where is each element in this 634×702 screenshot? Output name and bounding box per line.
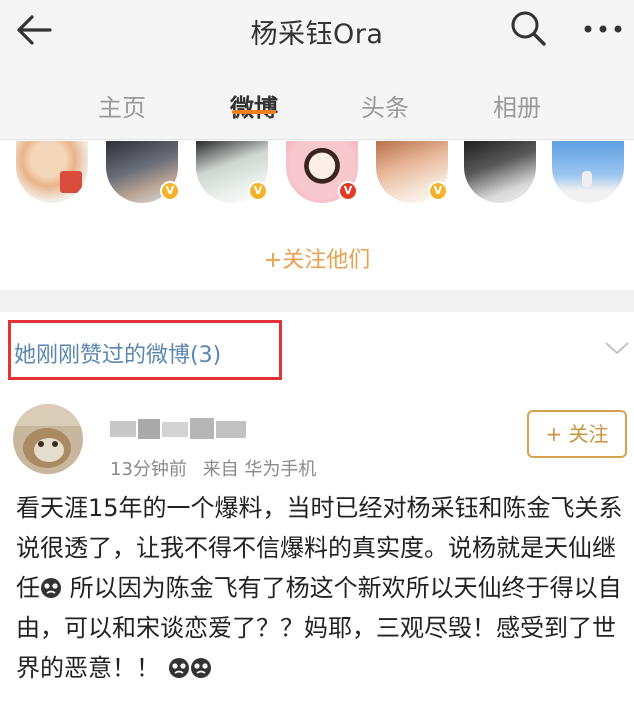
- post-author-avatar[interactable]: [13, 404, 83, 474]
- follow-author-button[interactable]: + 关注: [527, 410, 627, 458]
- post-body: 看天涯15年的一个爆料，当时已经对杨采钰和陈金飞关系说很透了，让我不得不信爆料的…: [16, 488, 626, 688]
- sad-face-emoji-icon: [168, 658, 189, 678]
- sad-face-emoji-icon: [41, 578, 61, 598]
- verified-badge-icon: V: [248, 181, 268, 201]
- post-author-name-blurred[interactable]: [110, 415, 250, 443]
- liked-posts-header: 她刚刚赞过的微博(3): [0, 312, 634, 392]
- active-tab-indicator: [232, 110, 276, 114]
- more-dots-icon[interactable]: [580, 14, 626, 44]
- highlight-box: [8, 320, 282, 380]
- post-text-part2: 所以因为陈金飞有了杨这个新欢所以天仙终于得以自由，可以和宋谈恋爱了？？妈耶，三观…: [16, 574, 622, 682]
- followed-users-strip: [0, 141, 634, 221]
- post-source: 来自 华为手机: [202, 459, 317, 480]
- verified-badge-icon: V: [428, 181, 448, 201]
- tab-weibo[interactable]: 微博: [209, 88, 299, 123]
- tab-home[interactable]: 主页: [77, 88, 167, 123]
- followed-avatar[interactable]: [552, 141, 624, 203]
- sad-face-emoji-icon: [190, 658, 211, 678]
- verified-badge-icon: V: [160, 181, 180, 201]
- verified-badge-icon: V: [338, 181, 358, 201]
- followed-avatar[interactable]: [464, 141, 536, 203]
- tab-headlines[interactable]: 头条: [340, 88, 430, 123]
- profile-tabs: 主页 微博 头条 相册: [0, 60, 634, 140]
- top-bar: 杨采钰Ora: [0, 0, 634, 60]
- post-time: 13分钟前: [110, 459, 187, 480]
- search-icon[interactable]: [508, 8, 548, 48]
- follow-them-button[interactable]: +关注他们: [0, 242, 634, 274]
- followed-avatar[interactable]: [16, 141, 88, 203]
- section-divider: [0, 290, 634, 312]
- chevron-down-icon[interactable]: [604, 340, 630, 356]
- post-meta: 13分钟前 来自 华为手机: [110, 455, 326, 481]
- tab-album[interactable]: 相册: [472, 88, 562, 123]
